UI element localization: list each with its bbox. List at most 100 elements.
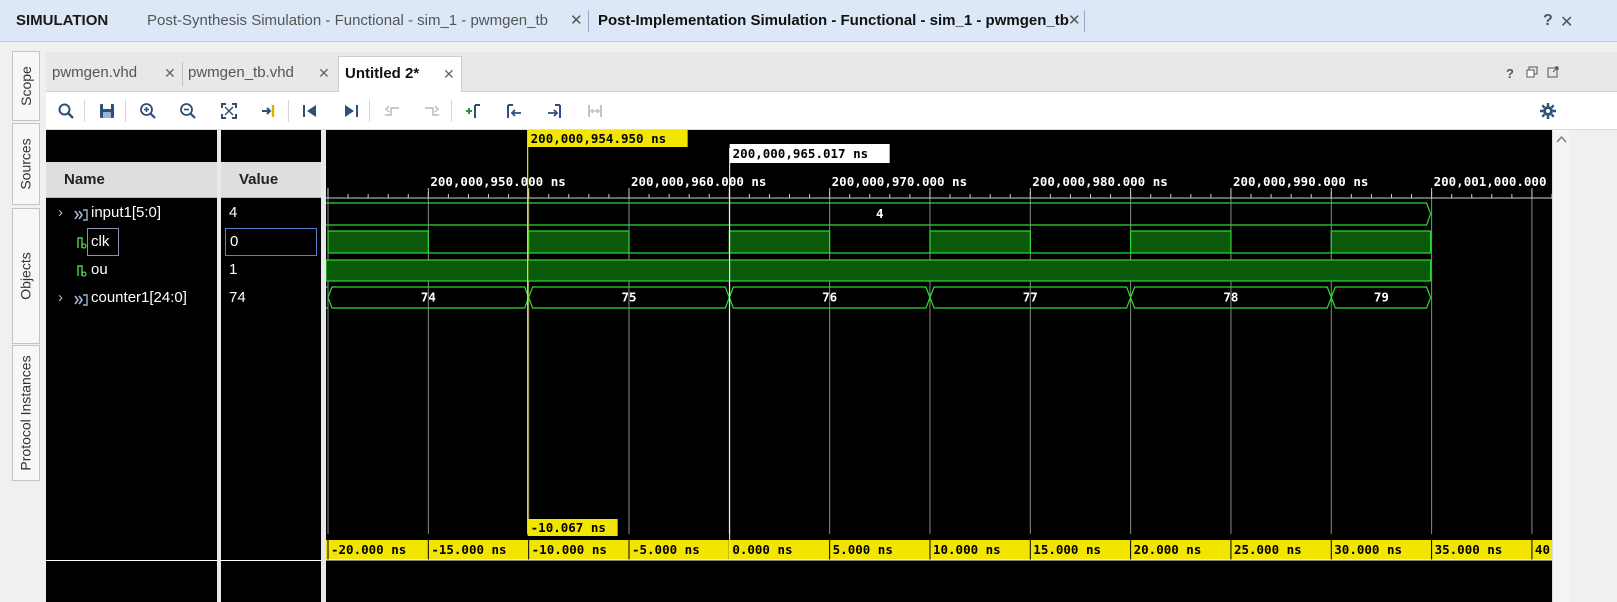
close-icon[interactable]: ✕ (570, 0, 583, 42)
relative-ruler-label: 10.000 ns (933, 542, 1001, 557)
cursor-time-label: 200,000,954.950 ns (531, 131, 666, 146)
bus-icon (74, 293, 88, 310)
tab-divider (1084, 10, 1085, 32)
search-icon[interactable] (54, 99, 78, 123)
expand-chevron-icon[interactable]: › (58, 204, 63, 221)
go-to-start-icon[interactable] (298, 99, 322, 123)
time-ruler-label: 200,000,960.000 ns (631, 174, 766, 189)
signal-value-clk[interactable]: 0 (225, 228, 317, 256)
tab-untitled-2[interactable]: Untitled 2* ✕ (338, 56, 462, 92)
clk-high-pulse (327, 230, 429, 254)
signal-name-input1[interactable]: input1[5:0] (91, 204, 161, 221)
counter1-bus-value: 75 (621, 290, 636, 305)
side-tab-protocol-instances[interactable]: Protocol Instances (12, 345, 40, 481)
restore-icon[interactable] (1526, 66, 1538, 81)
signal-name-clk[interactable]: clk (87, 228, 119, 256)
time-ruler-label: 200,000,970.000 ns (832, 174, 967, 189)
signal-value-ou: 1 (229, 261, 238, 278)
vivado-simulation-window: SIMULATION Post-Synthesis Simulation - F… (0, 0, 1617, 602)
expand-chevron-icon[interactable]: › (58, 289, 63, 306)
window-edge (1569, 130, 1617, 602)
bus-icon (74, 208, 88, 225)
close-icon[interactable]: ✕ (1068, 0, 1081, 42)
relative-ruler-label: 35.000 ns (1435, 542, 1503, 557)
waveform-svg: 200,000,950.000 ns 200,000,960.000 ns 200,… (326, 130, 1552, 561)
help-icon[interactable]: ? (1543, 12, 1553, 30)
bit-signal-icon (77, 264, 87, 281)
waveform-canvas[interactable]: 200,000,950.000 ns 200,000,960.000 ns 200,… (326, 130, 1552, 602)
next-transition-icon (420, 99, 444, 123)
signal-name-pane: Name › input1[5:0] clk ou › counter1[24:… (46, 130, 217, 602)
relative-ruler-label: 30.000 ns (1334, 542, 1402, 557)
counter1-bus-value: 76 (822, 290, 837, 305)
close-simulation-icon[interactable]: ✕ (1560, 12, 1573, 32)
relative-ruler-label: -20.000 ns (331, 542, 406, 557)
side-tab-sources[interactable]: Sources (12, 123, 40, 205)
close-icon[interactable]: ✕ (443, 57, 455, 91)
relative-ruler-label: 15.000 ns (1033, 542, 1101, 557)
side-tab-scope[interactable]: Scope (12, 51, 40, 121)
time-ruler-label: 200,000,990.000 ns (1233, 174, 1368, 189)
counter1-bus-value: 78 (1223, 290, 1238, 305)
relative-ruler-label: -15.000 ns (431, 542, 506, 557)
editor-tab-bar: pwmgen.vhd ✕ pwmgen_tb.vhd ✕ Untitled 2*… (46, 52, 1617, 92)
relative-ruler-label: -5.000 ns (632, 542, 700, 557)
relative-ruler-label: 5.000 ns (833, 542, 893, 557)
simulation-title: SIMULATION (16, 12, 109, 29)
ou-high-level (326, 259, 1432, 282)
signal-value-counter1: 74 (229, 289, 246, 306)
marker-time-label: 200,000,965.017 ns (733, 146, 868, 161)
vertical-scrollbar[interactable] (1552, 130, 1569, 602)
delta-time-label: -10.067 ns (531, 520, 606, 535)
counter1-bus-value: 79 (1374, 290, 1389, 305)
relative-ruler-label: 20.000 ns (1134, 542, 1202, 557)
add-marker-icon[interactable] (461, 99, 485, 123)
tab-post-implementation-simulation[interactable]: Post-Implementation Simulation - Functio… (598, 0, 1069, 42)
float-icon[interactable] (1547, 66, 1559, 81)
side-tab-objects[interactable]: Objects (12, 208, 40, 344)
time-ruler-label: 200,000,950.000 ns (430, 174, 565, 189)
signal-value-input1: 4 (229, 204, 238, 221)
tab-post-synthesis-simulation[interactable]: Post-Synthesis Simulation - Functional -… (147, 0, 548, 42)
settings-gear-icon[interactable] (1536, 99, 1560, 123)
name-column-header[interactable]: Name (46, 162, 217, 198)
clk-high-pulse (528, 230, 630, 254)
next-marker-icon[interactable] (543, 99, 567, 123)
close-icon[interactable]: ✕ (164, 56, 176, 90)
tab-pwmgen-vhd[interactable]: pwmgen.vhd ✕ (46, 56, 180, 92)
signal-name-ou[interactable]: ou (91, 261, 108, 278)
input1-bus-value: 4 (876, 206, 884, 221)
tab-divider (588, 10, 589, 32)
help-icon[interactable]: ? (1506, 66, 1514, 81)
zoom-in-icon[interactable] (136, 99, 160, 123)
clk-high-pulse (1130, 230, 1232, 254)
clk-high-pulse (1330, 230, 1432, 254)
save-icon[interactable] (95, 99, 119, 123)
time-ruler-label: 200,000,980.000 ns (1032, 174, 1167, 189)
value-column-header[interactable]: Value (221, 162, 321, 198)
clk-high-pulse (728, 230, 831, 254)
relative-ruler-label: 0.000 ns (732, 542, 792, 557)
pane-footer-line (221, 560, 321, 561)
pane-footer-line (46, 560, 217, 561)
go-to-end-icon[interactable] (339, 99, 363, 123)
zoom-fit-icon[interactable] (217, 99, 241, 123)
swap-cursors-icon (583, 99, 607, 123)
side-tab-strip: Scope Sources Objects Protocol Instances (0, 43, 46, 602)
waveform-toolbar (46, 92, 1617, 130)
tab-label: pwmgen_tb.vhd (188, 64, 294, 81)
tab-label: pwmgen.vhd (52, 64, 138, 81)
signal-name-counter1[interactable]: counter1[24:0] (91, 289, 187, 306)
relative-ruler-label: 40.000 (1535, 542, 1552, 557)
counter1-bus-value: 74 (421, 290, 436, 305)
previous-marker-icon[interactable] (502, 99, 526, 123)
close-icon[interactable]: ✕ (318, 56, 330, 90)
relative-ruler-label: 25.000 ns (1234, 542, 1302, 557)
bit-signal-icon (77, 236, 87, 253)
zoom-out-icon[interactable] (176, 99, 200, 123)
simulation-header: SIMULATION Post-Synthesis Simulation - F… (0, 0, 1617, 42)
previous-transition-icon (380, 99, 404, 123)
go-to-cursor-icon[interactable] (257, 99, 281, 123)
tab-pwmgen-tb-vhd[interactable]: pwmgen_tb.vhd ✕ (182, 56, 336, 92)
tab-label: Untitled 2* (345, 65, 420, 82)
